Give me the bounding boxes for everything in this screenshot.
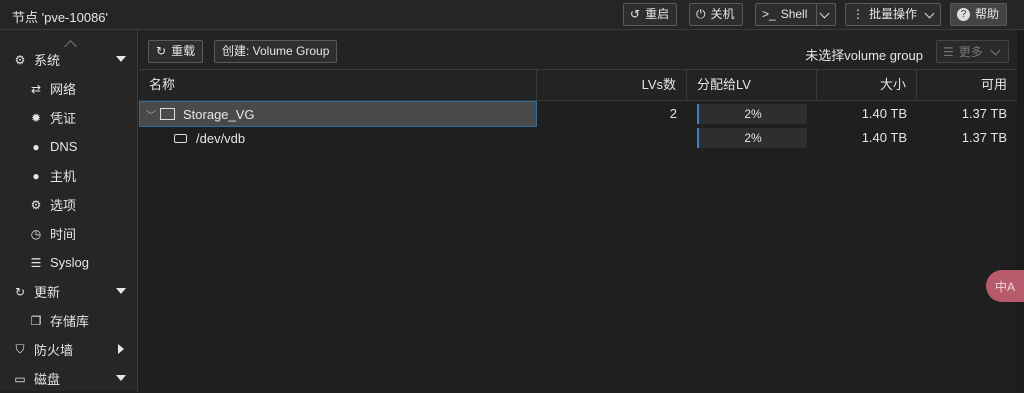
expand-icon xyxy=(116,56,126,62)
sidebar-item-label: 更新 xyxy=(34,285,61,300)
help-label: 帮助 xyxy=(975,7,1000,21)
sidebar-item-label: 凭证 xyxy=(50,111,77,126)
table-header: 名称 LVs数 分配给LV 大小 可用 xyxy=(139,70,1017,101)
create-label: 创建: Volume Group xyxy=(222,44,330,58)
gear-icon: ⚙ xyxy=(30,197,42,212)
size-value: 1.40 TB xyxy=(861,106,907,121)
expand-icon xyxy=(116,288,126,294)
reboot-button[interactable]: ↺ 重启 xyxy=(623,3,678,26)
shutdown-label: 关机 xyxy=(710,7,735,21)
globe-icon: ● xyxy=(32,168,40,183)
network-icon: ⇄ xyxy=(30,81,42,96)
panel-toolbar: ↻ 重载 创建: Volume Group 未选择volume group ☰ … xyxy=(139,30,1017,70)
chevron-down-icon xyxy=(924,8,935,18)
sidebar-item-label: 磁盘 xyxy=(34,372,61,387)
usage-bar: 2% xyxy=(697,104,807,124)
collapsed-icon xyxy=(118,344,124,354)
menu-icon: ☰ xyxy=(943,44,954,59)
shell-label: Shell xyxy=(780,7,808,21)
scrollbar[interactable] xyxy=(1017,30,1024,391)
reload-button[interactable]: ↻ 重载 xyxy=(148,40,204,63)
selection-status: 未选择volume group xyxy=(805,48,923,63)
terminal-icon: >_ xyxy=(762,7,776,21)
sidebar-item-label: 时间 xyxy=(50,227,77,242)
free-value: 1.37 TB xyxy=(961,130,1007,145)
sidebar-item-label: 主机 xyxy=(50,169,77,184)
refresh-icon: ↻ xyxy=(156,44,167,58)
bulk-actions-label: 批量操作 xyxy=(869,7,918,21)
sidebar-item-syslog[interactable]: ☰ Syslog xyxy=(0,248,138,277)
sidebar-item-label: DNS xyxy=(50,139,78,154)
shutdown-button[interactable]: ⏻ 关机 xyxy=(689,3,743,26)
table-row[interactable]: /dev/vdb 2% 1.40 TB 1.37 TB xyxy=(139,126,1017,150)
sidebar-item-label: 网络 xyxy=(50,82,77,97)
sidebar-item-updates[interactable]: ↻ 更新 xyxy=(0,277,138,306)
node-title: 节点 'pve-10086' xyxy=(12,10,109,25)
table-row[interactable]: ﹀ Storage_VG 2 2% 1.40 TB 1.37 TB xyxy=(139,101,1017,127)
shield-icon: ⛉ xyxy=(15,342,25,356)
drive-icon xyxy=(174,133,187,143)
sidebar-item-label: 存储库 xyxy=(50,314,90,329)
chevron-down-icon xyxy=(990,45,1001,55)
certificate-icon: ✹ xyxy=(30,110,42,125)
sidebar-item-hosts[interactable]: ● 主机 xyxy=(0,161,138,190)
lvs-count xyxy=(537,126,687,150)
sidebar-item-repositories[interactable]: ❐ 存储库 xyxy=(0,306,138,335)
sidebar-item-label: 防火墙 xyxy=(34,343,74,358)
clock-icon: ◷ xyxy=(30,226,42,241)
ellipsis-vertical-icon: ⋮ xyxy=(852,7,864,21)
create-volume-group-button[interactable]: 创建: Volume Group xyxy=(214,40,338,63)
undo-icon: ↺ xyxy=(630,7,641,21)
pv-name: /dev/vdb xyxy=(196,130,246,146)
name-cell[interactable]: ﹀ Storage_VG xyxy=(139,101,537,127)
sidebar-item-disks[interactable]: ▭ 磁盘 xyxy=(0,364,138,393)
expand-icon xyxy=(116,375,126,381)
top-bar: 节点 'pve-10086' ↺ 重启 ⏻ 关机 >_ Shell ⋮ 批量操作… xyxy=(0,0,1024,30)
more-label: 更多 xyxy=(958,45,983,59)
shell-dropdown[interactable] xyxy=(816,4,830,25)
reboot-label: 重启 xyxy=(645,7,670,21)
gears-icon: ⚙ xyxy=(14,52,26,67)
usage-bar: 2% xyxy=(697,128,807,148)
sidebar-item-system[interactable]: ⚙ 系统 xyxy=(0,45,138,74)
chevron-down-icon xyxy=(819,8,830,18)
sidebar-item-label: 选项 xyxy=(50,198,77,213)
column-assigned[interactable]: 分配给LV xyxy=(687,70,817,100)
refresh-icon: ↻ xyxy=(14,284,26,299)
vg-name: Storage_VG xyxy=(183,106,255,122)
shell-button[interactable]: >_ Shell xyxy=(755,3,837,26)
sidebar-item-dns[interactable]: ● DNS xyxy=(0,132,138,161)
volume-group-icon xyxy=(160,108,175,120)
translate-icon: 中A xyxy=(994,279,1015,294)
column-lvs[interactable]: LVs数 xyxy=(537,70,687,100)
main-panel: ↻ 重载 创建: Volume Group 未选择volume group ☰ … xyxy=(139,30,1017,391)
sidebar-item-firewall[interactable]: ⛉ 防火墙 xyxy=(0,335,138,364)
sidebar-item-options[interactable]: ⚙ 选项 xyxy=(0,190,138,219)
sidebar-item-label: Syslog xyxy=(50,255,90,270)
sidebar: ⚙ 系统 ⇄ 网络 ✹ 凭证 ● DNS ● 主机 ⚙ 选项 ◷ 时间 ☰ Sy… xyxy=(0,30,138,391)
column-free[interactable]: 可用 xyxy=(917,70,1017,100)
reload-label: 重载 xyxy=(171,44,196,58)
sidebar-item-time[interactable]: ◷ 时间 xyxy=(0,219,138,248)
bulk-actions-button[interactable]: ⋮ 批量操作 xyxy=(845,3,942,26)
sidebar-item-label: 系统 xyxy=(34,53,61,68)
drive-icon: ▭ xyxy=(14,371,26,386)
lvs-count: 2 xyxy=(669,106,677,121)
sidebar-item-certificates[interactable]: ✹ 凭证 xyxy=(0,103,138,132)
chevron-down-icon[interactable]: ﹀ xyxy=(146,107,156,122)
files-icon: ❐ xyxy=(30,313,42,328)
sidebar-item-network[interactable]: ⇄ 网络 xyxy=(0,74,138,103)
column-name[interactable]: 名称 xyxy=(139,70,537,100)
name-cell[interactable]: /dev/vdb xyxy=(140,126,536,150)
question-icon: ? xyxy=(957,8,970,21)
column-size[interactable]: 大小 xyxy=(817,70,917,100)
translate-button[interactable]: 中A xyxy=(986,270,1024,302)
more-button[interactable]: ☰ 更多 xyxy=(936,40,1009,63)
list-icon: ☰ xyxy=(30,255,42,270)
power-icon: ⏻ xyxy=(696,7,706,21)
globe-icon: ● xyxy=(32,139,40,154)
free-value: 1.37 TB xyxy=(961,106,1007,121)
size-value: 1.40 TB xyxy=(861,130,907,145)
help-button[interactable]: ? 帮助 xyxy=(950,3,1008,26)
